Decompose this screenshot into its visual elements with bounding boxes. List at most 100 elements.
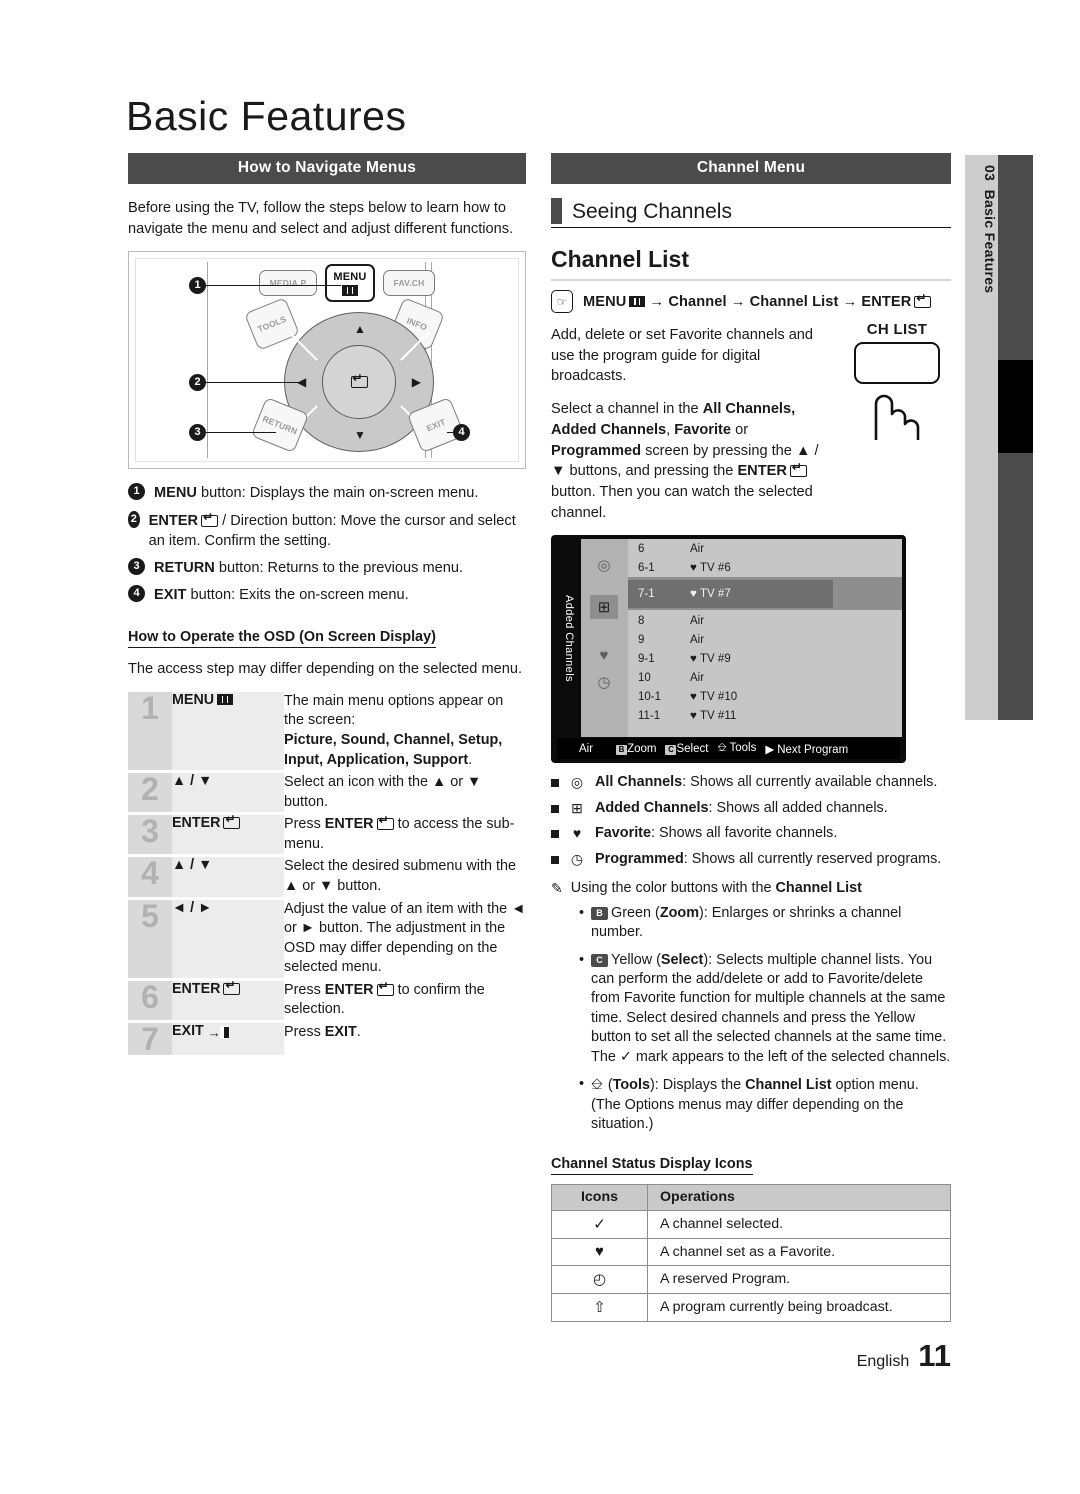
operation-text: A program currently being broadcast. [647,1293,951,1323]
added-channels-icon: ⊞ [590,595,618,620]
pencil-icon: ✎ [551,880,563,897]
step-number: 5 [128,898,172,981]
note-text: Using the color buttons with the Channel… [570,880,862,897]
table-row: ◴ A reserved Program. [551,1265,951,1295]
arrow-down-icon: ▼ [354,428,366,443]
step-number: 4 [128,855,172,900]
step-key: ▲ / ▼ [172,855,284,900]
table-row: 1 MENU The main menu options appear on t… [128,691,526,774]
table-row: 11-1 ♥ TV #11 [638,709,737,722]
osd-note: The access step may differ depending on … [128,661,523,678]
legend-badge: 2 [128,510,140,528]
finger-icon [874,394,920,440]
favorite-icon: ♥ [690,588,701,601]
osd-subheading: How to Operate the OSD (On Screen Displa… [128,629,436,649]
bullet-square-icon [551,855,559,864]
favorite-icon: ♥ [690,709,701,722]
clock-icon: ◴ [551,1265,648,1295]
step-description: The main menu options appear on the scre… [284,691,526,774]
table-header-row: Icons Operations [551,1184,951,1212]
table-row: 10 Air [638,671,705,684]
column-header-operations: Operations [647,1184,951,1212]
step-key: ENTER [172,979,284,1024]
programmed-icon: ◷ [570,850,584,867]
edge-tab-text: 03 Basic Features [982,165,998,294]
footer-language: English [856,1353,910,1370]
arrow-right-icon: ▶ [411,375,421,390]
tv-mode-icon-column: ◎ ⊞ ♥ ◷ [581,539,628,738]
status-icons-table: Icons Operations ✓ A channel selected. ♥… [551,1184,951,1323]
favorite-icon: ♥ [690,652,701,665]
chapter-edge-tab: 03 Basic Features [965,155,1033,720]
all-channels-icon: ◎ [597,557,611,575]
intro-paragraph: Before using the TV, follow the steps be… [128,200,514,237]
remote-control-figure: MEDIA.P MENU FAV.CH TOOLS INFO ▲ ▼ ◀ [128,251,526,470]
favorite-icon: ♥ [572,825,582,842]
step-number: 3 [128,813,172,858]
step-number: 7 [128,1021,172,1059]
table-row: 6 ENTER Press ENTER to confirm the selec… [128,979,526,1024]
ch-list-button-shape [854,342,940,384]
favorite-icon: ♥ [690,690,701,703]
step-description: Select an icon with the ▲ or ▼ button. [284,771,526,816]
enter-button [322,345,396,420]
heart-icon: ♥ [551,1238,648,1267]
color-bullet-yellow: • C Yellow (Select): Selects multiple cha… [579,951,951,1068]
table-row: 7 EXIT → Press EXIT. [128,1021,526,1059]
key-b-icon: B [616,744,628,755]
table-row: 5 ◄ / ► Adjust the value of an item with… [128,898,526,981]
legend-item: 2 ENTER / Direction button: Move the cur… [128,510,526,551]
page-title: Basic Features [126,93,407,139]
body-paragraph-2: Select a channel in the All Channels, Ad… [551,399,833,523]
legend-text: RETURN button: Returns to the previous m… [154,559,464,576]
play-icon: ▶ [765,743,775,756]
list-item: ♥ Favorite: Shows all favorite channels. [551,824,951,843]
favorite-icon: ♥ [690,561,701,574]
remote-key-fav-ch: FAV.CH [383,270,435,297]
color-bullet-green: • B Green (Zoom): Enlarges or shrinks a c… [579,904,951,943]
page-footer: English 11 [857,1338,951,1374]
ch-list-label: CH LIST [866,321,928,338]
step-key: MENU [172,691,284,774]
menu-glyph-icon [342,284,358,296]
step-description: Press EXIT. [284,1021,526,1059]
body-paragraph-1: Add, delete or set Favorite channels and… [551,327,814,385]
tv-source-label: Air [579,742,594,755]
bullet-text: (Tools): Displays the Channel List optio… [591,1077,919,1133]
channel-mode-list: ◎ All Channels: Shows all currently avai… [551,773,951,869]
step-key: ◄ / ► [172,898,284,981]
list-item: ◎ All Channels: Shows all currently avai… [551,773,951,792]
bullet-square-icon [551,830,559,839]
step-number: 1 [128,691,172,774]
legend-badge: 3 [128,557,145,575]
arrow-up-icon: ▲ [354,322,366,337]
operation-text: A channel selected. [647,1210,951,1240]
section-header-navigate-menus: How to Navigate Menus [128,153,526,184]
key-c-icon: C [665,744,677,755]
table-row: 8 Air [638,614,705,627]
callout-badge: 3 [189,424,206,442]
heading-tick-icon [551,198,562,224]
favorite-icon: ♥ [599,646,609,664]
callout-badge: 1 [189,277,206,295]
check-icon: ✓ [551,1210,648,1240]
bullet-dot-icon: • [579,904,585,921]
enter-glyph-icon [350,372,368,389]
list-item-text: Programmed: Shows all currently reserved… [595,850,942,867]
legend-item: 1 MENU button: Displays the main on-scre… [128,483,526,503]
step-key: ENTER [172,813,284,858]
table-row: ⇧ A program currently being broadcast. [551,1293,951,1323]
step-description: Press ENTER to access the sub-menu. [284,813,526,858]
callout-1: 1 [189,277,341,295]
broadcast-icon: ⇧ [551,1293,648,1323]
table-row: ♥ A channel set as a Favorite. [551,1238,951,1267]
list-item: ◷ Programmed: Shows all currently reserv… [551,850,951,869]
color-bullet-tools: • ⎒ (Tools): Displays the Channel List op… [579,1075,951,1134]
table-row: 2 ▲ / ▼ Select an icon with the ▲ or ▼ b… [128,771,526,816]
channel-list-heading: Channel List [551,246,690,272]
left-column: How to Navigate Menus Before using the T… [128,153,526,1059]
color-buttons-note: ✎ Using the color buttons with the Chann… [551,879,951,898]
list-item-text: All Channels: Shows all currently availa… [595,774,938,791]
table-row: 4 ▲ / ▼ Select the desired submenu with … [128,855,526,900]
menu-path-text: MENU → Channel → Channel List → ENTER [583,292,932,310]
